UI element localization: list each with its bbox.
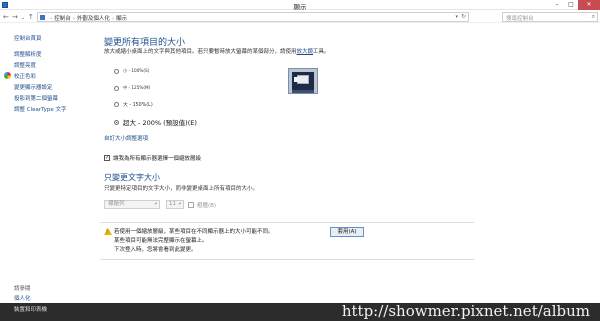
search-placeholder: 搜尋控制台 — [506, 16, 534, 22]
see-also-label: 請參閱 — [14, 286, 31, 292]
sidebar: 控制台首頁 調整解析度 調整亮度 校正色彩 變更顯示器設定 投影到第二個螢幕 調… — [0, 24, 96, 304]
window-controls: – □ ✕ — [550, 0, 600, 10]
main-content: 變更所有項目的大小 放大或縮小桌面上的文字與其他項目。若只要暫時放大螢幕的某個部… — [100, 24, 594, 304]
refresh-icon[interactable]: ↻ — [461, 13, 466, 20]
close-button[interactable]: ✕ — [578, 0, 600, 10]
text-size-heading: 只變更文字大小 — [104, 173, 160, 182]
recent-locations-icon[interactable]: ⌄ — [21, 14, 25, 22]
page-description: 放大或縮小桌面上的文字與其他項目。若只要暫時放大螢幕的某個部分，請使用放大鏡工具… — [104, 49, 330, 55]
sidebar-item-project-second-screen[interactable]: 投影到第二個螢幕 — [14, 94, 58, 102]
title-bar: 顯示 – □ ✕ — [0, 0, 600, 11]
sidebar-item-resolution[interactable]: 調整解析度 — [14, 50, 42, 58]
magnifier-link[interactable]: 放大鏡 — [297, 49, 314, 55]
custom-sizing-link[interactable]: 自訂大小調整選項 — [104, 134, 148, 142]
size-option-small[interactable]: 小 - 100%(S) — [114, 68, 149, 74]
breadcrumb-control-panel[interactable]: 控制台 — [54, 16, 71, 22]
sidebar-item-cleartype[interactable]: 調整 ClearType 文字 — [14, 105, 67, 113]
notice-line: 若使用一個縮放層級，某些項目在不同顯示器上的大小可能不同。 — [114, 229, 274, 235]
sidebar-item-personalization[interactable]: 個人化 — [14, 294, 31, 302]
size-option-large[interactable]: 大 - 150%(L) — [114, 101, 153, 108]
text-size-description: 只變更特定項目的文字大小，而非變更桌面上所有項目的大小。 — [104, 186, 259, 192]
breadcrumb-display[interactable]: 顯示 — [116, 16, 127, 22]
checkbox-unchecked[interactable] — [188, 202, 194, 208]
color-calibration-icon — [4, 72, 11, 79]
sidebar-item-devices-printers[interactable]: 裝置和印表機 — [14, 305, 47, 313]
search-icon[interactable]: ⌕ — [592, 13, 595, 21]
radio-button[interactable] — [114, 85, 119, 91]
checkbox-checked[interactable]: ✓ — [104, 155, 110, 161]
radio-button[interactable] — [114, 102, 119, 107]
size-option-medium[interactable]: 中 - 125%(M) — [114, 85, 150, 91]
notice-line: 某些項目可能無法完整顯示在螢幕上。 — [114, 238, 208, 244]
breadcrumb: › 控制台 › 外觀及個人化 › 顯示 — [50, 16, 128, 22]
sidebar-item-brightness[interactable]: 調整亮度 — [14, 61, 36, 69]
control-panel-small-icon — [40, 15, 45, 20]
chevron-down-icon: ▾ — [178, 202, 181, 207]
address-bar[interactable]: › 控制台 › 外觀及個人化 › 顯示 ▾ ↻ — [37, 12, 469, 22]
display-preview-image — [288, 68, 318, 94]
up-arrow-icon[interactable]: ↑ — [28, 13, 34, 21]
address-dropdown-icon[interactable]: ▾ — [455, 14, 458, 20]
chevron-down-icon: ▾ — [154, 202, 157, 207]
sidebar-item-color-calibration[interactable]: 校正色彩 — [4, 72, 37, 80]
breadcrumb-appearance[interactable]: 外觀及個人化 — [77, 16, 110, 22]
apply-button[interactable]: 套用(A) — [330, 227, 364, 237]
minimize-button[interactable]: – — [550, 0, 564, 10]
forward-arrow-icon[interactable]: → — [12, 13, 18, 21]
maximize-button[interactable]: □ — [564, 0, 578, 10]
window-title: 顯示 — [293, 3, 307, 11]
watermark-text: http://showmer.pixnet.net/album — [341, 302, 590, 320]
radio-button-selected[interactable] — [114, 119, 119, 125]
bold-checkbox[interactable]: 粗體(B) — [188, 201, 216, 209]
sidebar-item-display-settings[interactable]: 變更顯示器設定 — [14, 83, 53, 91]
scaling-notice: ! 若使用一個縮放層級，某些項目在不同顯示器上的大小可能不同。 某些項目可能無法… — [100, 222, 474, 260]
font-size-select[interactable]: 11 ▾ — [166, 200, 184, 209]
radio-button[interactable] — [114, 68, 119, 74]
item-select[interactable]: 標題列 ▾ — [104, 200, 160, 209]
sidebar-item-label: 校正色彩 — [14, 74, 37, 80]
back-arrow-icon[interactable]: ← — [3, 13, 9, 21]
search-input[interactable]: 搜尋控制台 ⌕ — [502, 12, 598, 22]
single-scaling-checkbox[interactable]: ✓ 讓我為所有顯示器選擇一個縮放層級 — [104, 154, 201, 162]
navigation-bar: ← → ⌄ ↑ › 控制台 › 外觀及個人化 › 顯示 ▾ ↻ 搜尋控制台 ⌕ — [0, 11, 600, 23]
warning-mark: ! — [106, 229, 109, 235]
sidebar-item-home[interactable]: 控制台首頁 — [14, 34, 42, 42]
notice-line: 下次登入時，您將會看到此變更。 — [114, 247, 197, 253]
size-option-extra-large[interactable]: 超大 - 200% (預設值)(E) — [114, 117, 197, 127]
